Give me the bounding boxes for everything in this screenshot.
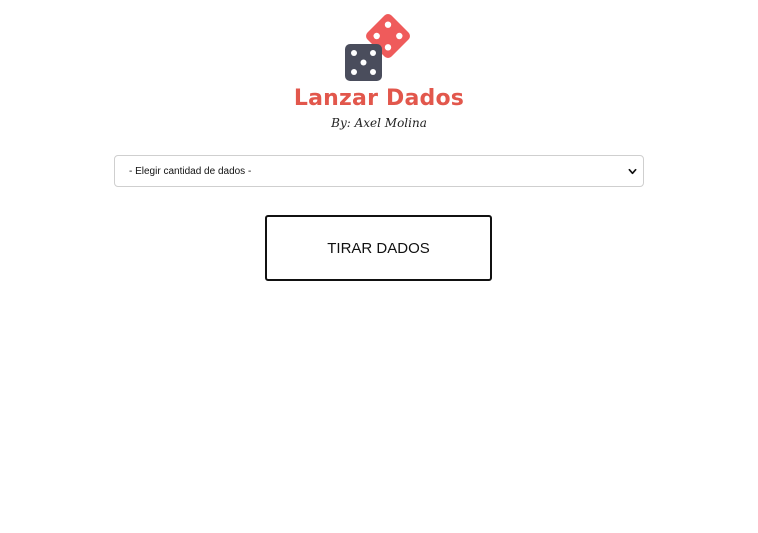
- dice-count-select-value: - Elegir cantidad de dados -: [129, 165, 252, 177]
- page-title: Lanzar Dados: [293, 86, 465, 111]
- chevron-down-icon: [628, 168, 637, 175]
- dice-icon: [340, 12, 416, 84]
- dice-count-select[interactable]: - Elegir cantidad de dados -: [114, 155, 644, 187]
- roll-dice-button[interactable]: TIRAR DADOS: [265, 215, 492, 281]
- dice-count-select-wrapper: - Elegir cantidad de dados -: [114, 155, 644, 187]
- author-byline: By: Axel Molina: [331, 116, 427, 130]
